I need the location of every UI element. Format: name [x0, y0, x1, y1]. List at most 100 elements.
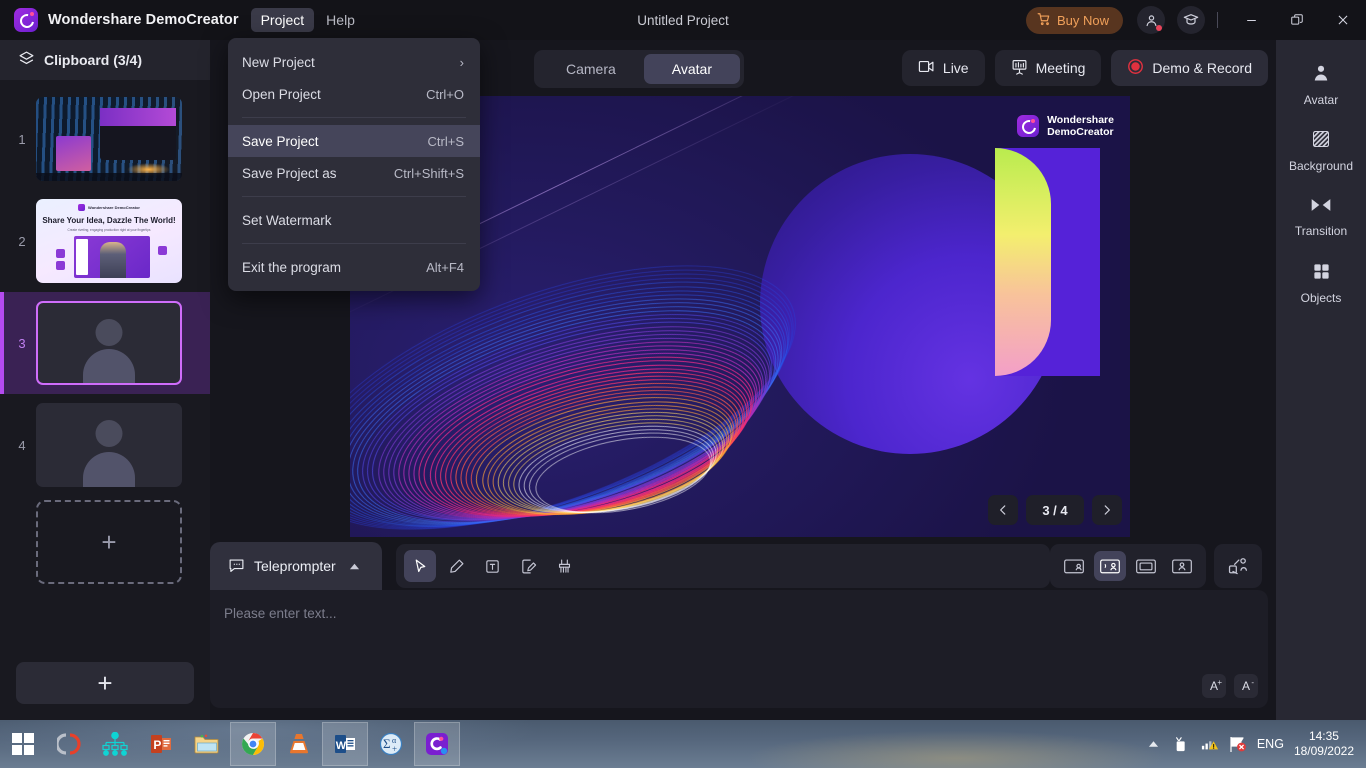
word-icon[interactable]: W	[322, 722, 368, 766]
annotate-tool[interactable]	[512, 550, 544, 582]
buy-now-button[interactable]: Buy Now	[1025, 6, 1123, 34]
slide-item-2[interactable]: 2 Wondershare DemoCreator Share Your Ide…	[0, 190, 210, 292]
teleprompter-tab[interactable]: Teleprompter	[210, 542, 382, 590]
slide-item-4[interactable]: 4	[0, 394, 210, 496]
slide-item-1[interactable]: 1	[0, 88, 210, 190]
meeting-button[interactable]: Meeting	[994, 50, 1102, 86]
menu-item-exit-program[interactable]: Exit the program Alt+F4	[228, 251, 480, 283]
rail-item-avatar[interactable]: Avatar	[1276, 52, 1366, 118]
svg-text:Σ: Σ	[383, 736, 391, 751]
rail-label: Transition	[1294, 224, 1348, 238]
powerpoint-icon[interactable]: P	[138, 722, 184, 766]
text-tool[interactable]	[476, 550, 508, 582]
language-indicator[interactable]: ENG	[1257, 737, 1284, 751]
minimize-icon[interactable]	[1228, 0, 1274, 40]
slide-item-3[interactable]: 3	[0, 292, 210, 394]
svg-text:W: W	[336, 740, 347, 752]
rail-label: Objects	[1300, 290, 1342, 305]
layout-screen-only[interactable]	[1130, 551, 1162, 581]
mindmap-icon[interactable]	[92, 722, 138, 766]
watermark: Wondershare DemoCreator	[1017, 114, 1114, 138]
cortana-icon[interactable]	[46, 722, 92, 766]
font-decrease-button[interactable]: A-	[1234, 674, 1258, 698]
pager-next-button[interactable]	[1092, 495, 1122, 525]
layout-avatar-only[interactable]	[1166, 551, 1198, 581]
menu-divider	[242, 117, 466, 118]
caret-up-icon[interactable]	[1145, 740, 1163, 748]
teleprompter-placeholder: Please enter text...	[224, 606, 337, 621]
thumb-art-subtitle: Create riveting, engaging production rig…	[67, 227, 151, 232]
rail-label: Background	[1288, 159, 1354, 173]
menu-item-label: New Project	[242, 54, 315, 70]
windows-start-icon[interactable]	[0, 722, 46, 766]
network-warning-icon[interactable]	[1201, 736, 1219, 752]
file-explorer-icon[interactable]	[184, 722, 230, 766]
clock-time: 14:35	[1308, 729, 1339, 743]
menu-item-save-project[interactable]: Save Project Ctrl+S	[228, 125, 480, 157]
rail-item-background[interactable]: Background	[1276, 118, 1366, 184]
slide-thumbnail: Wondershare DemoCreator Share Your Idea,…	[36, 199, 182, 283]
clock[interactable]: 14:35 18/09/2022	[1294, 729, 1354, 759]
person-icon	[1311, 63, 1331, 86]
graduation-cap-icon[interactable]	[1177, 6, 1205, 34]
font-increase-button[interactable]: A +	[1202, 674, 1226, 698]
thumb-art-window-header	[100, 107, 177, 126]
buy-now-label: Buy Now	[1056, 12, 1109, 28]
menu-help[interactable]: Help	[316, 8, 365, 32]
transition-icon	[1310, 196, 1332, 217]
rail-item-transition[interactable]: Transition	[1276, 184, 1366, 250]
menu-project[interactable]: Project	[250, 8, 315, 32]
app-brand-name: Wondershare DemoCreator	[48, 12, 239, 28]
speech-bubble-icon	[228, 557, 245, 576]
pattern-icon	[1311, 129, 1331, 152]
democreator-icon[interactable]	[414, 722, 460, 766]
menu-item-label: Open Project	[242, 86, 321, 102]
svg-text:P: P	[153, 738, 161, 752]
menu-item-label: Save Project	[242, 133, 319, 149]
mode-tab-group: Camera Avatar	[534, 50, 745, 88]
chevron-right-icon: ›	[459, 54, 464, 70]
vlc-icon[interactable]	[276, 722, 322, 766]
app-logo-icon	[14, 8, 38, 32]
live-button[interactable]: Live	[901, 50, 985, 86]
pen-tool[interactable]	[440, 550, 472, 582]
add-clip-button[interactable]: +	[16, 662, 194, 704]
menu-item-open-project[interactable]: Open Project Ctrl+O	[228, 78, 480, 110]
layout-screen-with-avatar[interactable]	[1094, 551, 1126, 581]
font-size-controls: A + A-	[1202, 674, 1258, 698]
thumb-art-screen	[73, 235, 150, 278]
thumb-art-window	[100, 107, 177, 160]
demo-record-label: Demo & Record	[1152, 60, 1252, 76]
tab-camera[interactable]: Camera	[538, 54, 644, 84]
close-icon[interactable]	[1320, 0, 1366, 40]
layout-mode-group	[1050, 544, 1206, 588]
mathtype-icon[interactable]: Σ α +	[368, 722, 414, 766]
cursor-tool[interactable]	[404, 550, 436, 582]
menu-item-save-project-as[interactable]: Save Project as Ctrl+Shift+S	[228, 157, 480, 189]
layout-screen-with-pip[interactable]	[1058, 551, 1090, 581]
action-center-error-icon[interactable]	[1229, 736, 1247, 753]
slide-number: 1	[18, 131, 26, 147]
eraser-tool[interactable]	[548, 550, 580, 582]
grid-squares-icon	[1312, 262, 1331, 284]
rail-item-objects[interactable]: Objects	[1276, 250, 1366, 316]
demo-record-button[interactable]: Demo & Record	[1111, 50, 1268, 86]
chrome-icon[interactable]	[230, 722, 276, 766]
meeting-label: Meeting	[1035, 60, 1086, 76]
caret-up-icon[interactable]	[349, 558, 360, 574]
menu-item-set-watermark[interactable]: Set Watermark	[228, 204, 480, 236]
restore-icon[interactable]	[1274, 0, 1320, 40]
account-icon[interactable]	[1137, 6, 1165, 34]
tab-avatar[interactable]: Avatar	[643, 54, 741, 84]
menu-item-label: Exit the program	[242, 259, 342, 275]
menu-item-new-project[interactable]: New Project ›	[228, 46, 480, 78]
pager-prev-button[interactable]	[988, 495, 1018, 525]
action-button-group: Live Meeting Demo & Record	[901, 50, 1268, 86]
add-slide-placeholder[interactable]: +	[36, 500, 182, 584]
battery-icon[interactable]	[1173, 736, 1191, 752]
window-controls-group: Buy Now	[1025, 0, 1366, 40]
menu-item-label: Set Watermark	[242, 212, 332, 228]
toolbar-divider	[1217, 12, 1218, 28]
share-screen-icon[interactable]	[1214, 544, 1262, 588]
teleprompter-text-area[interactable]: Please enter text... A + A-	[210, 590, 1268, 708]
